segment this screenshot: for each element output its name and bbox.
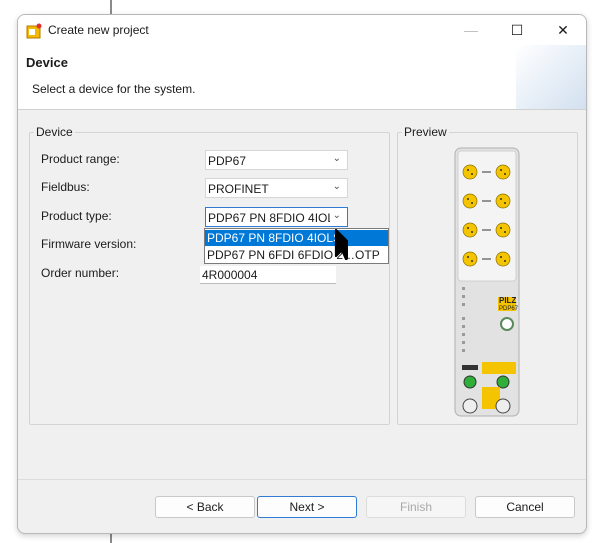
maximize-button[interactable]: ☐ bbox=[494, 15, 540, 45]
device-brand-label: PILZ bbox=[499, 296, 517, 305]
project-wizard-icon bbox=[26, 23, 42, 39]
next-button[interactable]: Next > bbox=[257, 496, 357, 518]
mouse-cursor-icon bbox=[334, 228, 348, 261]
title-bar: Create new project — ☐ ✕ bbox=[18, 15, 586, 45]
product-range-label: Product range: bbox=[41, 152, 120, 166]
background-line-top bbox=[110, 0, 112, 14]
firmware-version-label: Firmware version: bbox=[41, 237, 137, 251]
order-number-value: 4R000004 bbox=[202, 268, 258, 282]
chevron-down-icon: ⌄ bbox=[332, 181, 341, 192]
header-decoration bbox=[516, 45, 586, 109]
button-area-separator bbox=[18, 479, 586, 480]
device-model-label: PDP67 bbox=[499, 306, 519, 312]
wizard-header: Device Select a device for the system. bbox=[18, 45, 586, 110]
product-type-select[interactable]: PDP67 PN 8FDIO 4IOL! ⌄ bbox=[205, 207, 348, 227]
create-project-dialog: Create new project — ☐ ✕ Device Select a… bbox=[17, 14, 587, 534]
chevron-down-icon: ⌄ bbox=[332, 210, 341, 221]
dropdown-option[interactable]: PDP67 PN 6FDI 6FDIO 2…OTP bbox=[205, 247, 388, 263]
cancel-button[interactable]: Cancel bbox=[475, 496, 575, 518]
close-button[interactable]: ✕ bbox=[540, 15, 586, 45]
finish-button[interactable]: Finish bbox=[366, 496, 466, 518]
product-range-value: PDP67 bbox=[208, 154, 247, 168]
product-type-label: Product type: bbox=[41, 209, 112, 223]
window-title: Create new project bbox=[48, 23, 149, 37]
fieldbus-value: PROFINET bbox=[208, 182, 269, 196]
minimize-button[interactable]: — bbox=[448, 15, 494, 45]
dropdown-option[interactable]: PDP67 PN 8FDIO 4IOLS bbox=[205, 230, 388, 246]
page-subtitle: Select a device for the system. bbox=[32, 82, 196, 96]
product-type-dropdown-list: PDP67 PN 8FDIO 4IOLS PDP67 PN 6FDI 6FDIO… bbox=[204, 228, 389, 264]
product-range-select[interactable]: PDP67 ⌄ bbox=[205, 150, 348, 170]
chevron-down-icon: ⌄ bbox=[332, 153, 341, 164]
back-button[interactable]: < Back bbox=[155, 496, 255, 518]
page-title: Device bbox=[26, 55, 68, 70]
device-preview-image bbox=[454, 147, 520, 417]
product-type-value: PDP67 PN 8FDIO 4IOL! bbox=[208, 211, 330, 225]
order-number-field[interactable]: 4R000004 bbox=[200, 266, 336, 284]
fieldbus-select[interactable]: PROFINET ⌄ bbox=[205, 178, 348, 198]
device-group-label: Device bbox=[34, 125, 75, 139]
order-number-label: Order number: bbox=[41, 266, 120, 280]
preview-group-label: Preview bbox=[402, 125, 449, 139]
fieldbus-label: Fieldbus: bbox=[41, 180, 90, 194]
